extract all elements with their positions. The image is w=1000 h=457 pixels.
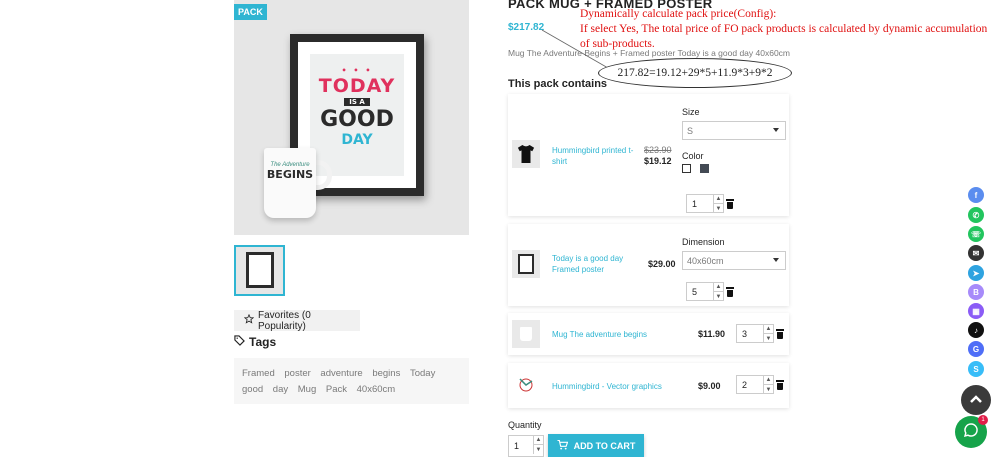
pack-item-card: Hummingbird - Vector graphics $9.00 2 ▲ ▼: [508, 363, 789, 408]
scroll-to-top-button[interactable]: [961, 385, 991, 415]
pack-item-card: Hummingbird printed t-shirt $23.90 $19.1…: [508, 94, 789, 216]
pack-item-price: $11.90: [698, 329, 726, 339]
pack-item-qty[interactable]: 3 ▲ ▼: [736, 324, 774, 343]
color-swatch-black[interactable]: [700, 164, 709, 173]
pack-item-old-price: $23.90: [644, 145, 672, 155]
poster-image[interactable]: [512, 250, 540, 278]
annotation-formula: 217.82=19.12+29*5+11.9*3+9*2: [598, 58, 792, 88]
tag-link[interactable]: Today: [410, 368, 435, 379]
trash-icon[interactable]: [776, 329, 784, 339]
telegram-icon[interactable]: ➤: [968, 265, 984, 281]
increment-button[interactable]: ▲: [763, 325, 773, 334]
tag-link[interactable]: day: [273, 384, 288, 395]
color-swatch-white[interactable]: [682, 164, 691, 173]
whatsapp-icon[interactable]: ✆: [968, 207, 984, 223]
tag-link[interactable]: 40x60cm: [357, 384, 396, 395]
pack-item-card: Mug The adventure begins $11.90 3 ▲ ▼: [508, 313, 789, 355]
tag-icon: [234, 335, 245, 349]
product-main-image[interactable]: • • • TODAY IS A GOOD DAY The Adventure …: [234, 0, 469, 235]
increment-button[interactable]: ▲: [533, 436, 543, 445]
tag-link[interactable]: adventure: [320, 368, 362, 379]
trash-icon[interactable]: [726, 199, 734, 209]
size-select[interactable]: S: [682, 121, 786, 140]
tiktok-icon[interactable]: ♪: [968, 322, 984, 338]
pack-item-name[interactable]: Hummingbird - Vector graphics: [552, 381, 672, 392]
chat-bubble-icon: [963, 422, 979, 443]
pack-item-price: $19.12: [644, 156, 672, 166]
mug-thumb-image[interactable]: [512, 320, 540, 348]
favorites-label: Favorites (0 Popularity): [258, 309, 311, 332]
pack-item-qty[interactable]: 2 ▲ ▼: [736, 375, 774, 394]
chat-notification-badge: 1: [978, 415, 988, 425]
tag-link[interactable]: poster: [284, 368, 310, 379]
favorites-button[interactable]: Favorites (0 Popularity): [234, 309, 360, 332]
tags-list: Framed poster adventure begins Today goo…: [234, 358, 469, 404]
color-label: Color: [682, 151, 704, 161]
product-price: $217.82: [508, 22, 545, 33]
tag-link[interactable]: Mug: [298, 384, 316, 395]
dimension-select[interactable]: 40x60cm: [682, 251, 786, 270]
decrement-button[interactable]: ▼: [713, 204, 723, 213]
tags-heading: Tags: [234, 335, 276, 349]
pack-item-card: Today is a good day Framed poster $29.00…: [508, 224, 789, 306]
add-to-cart-button[interactable]: ADD TO CART: [548, 434, 644, 457]
star-icon: [243, 313, 255, 327]
caret-down-icon: [773, 128, 779, 132]
decrement-button[interactable]: ▼: [533, 445, 543, 454]
caret-down-icon: [773, 258, 779, 262]
decrement-button[interactable]: ▼: [763, 334, 773, 343]
trash-icon[interactable]: [726, 287, 734, 297]
increment-button[interactable]: ▲: [713, 283, 723, 292]
bootstrap-icon[interactable]: B: [968, 284, 984, 300]
mug-image: The Adventure BEGINS: [264, 148, 316, 218]
facebook-icon[interactable]: f: [968, 187, 984, 203]
pack-item-name[interactable]: Today is a good day Framed poster: [552, 253, 632, 275]
cart-icon: [557, 439, 568, 452]
phone-icon[interactable]: ☏: [968, 226, 984, 242]
pack-item-price: $9.00: [698, 381, 721, 391]
pack-item-price: $29.00: [648, 259, 676, 269]
apps-icon[interactable]: ▦: [968, 303, 984, 319]
decrement-button[interactable]: ▼: [763, 385, 773, 394]
pack-item-qty[interactable]: 1 ▲ ▼: [686, 194, 724, 213]
pack-item-name[interactable]: Mug The adventure begins: [552, 329, 662, 340]
google-icon[interactable]: G: [968, 341, 984, 357]
quantity-input[interactable]: 1 ▲ ▼: [508, 435, 544, 457]
tag-link[interactable]: Framed: [242, 368, 275, 379]
email-icon[interactable]: ✉: [968, 245, 984, 261]
size-label: Size: [682, 107, 700, 117]
vector-graphics-image[interactable]: [512, 371, 540, 399]
tag-link[interactable]: begins: [372, 368, 400, 379]
pack-badge: PACK: [234, 4, 267, 20]
tshirt-image[interactable]: [512, 140, 540, 168]
tag-link[interactable]: good: [242, 384, 263, 395]
product-thumbnail[interactable]: [234, 245, 285, 296]
pack-contains-heading: This pack contains: [508, 78, 608, 90]
increment-button[interactable]: ▲: [713, 195, 723, 204]
tag-link[interactable]: Pack: [326, 384, 347, 395]
quantity-label: Quantity: [508, 420, 542, 430]
pack-item-name[interactable]: Hummingbird printed t-shirt: [552, 145, 638, 167]
pack-item-qty[interactable]: 5 ▲ ▼: [686, 282, 724, 301]
dimension-label: Dimension: [682, 237, 725, 247]
trash-icon[interactable]: [776, 380, 784, 390]
increment-button[interactable]: ▲: [763, 376, 773, 385]
skype-icon[interactable]: S: [968, 361, 984, 377]
annotation-note: Dynamically calculate pack price(Config)…: [580, 8, 988, 50]
chevron-up-icon: [969, 391, 983, 409]
decrement-button[interactable]: ▼: [713, 292, 723, 301]
